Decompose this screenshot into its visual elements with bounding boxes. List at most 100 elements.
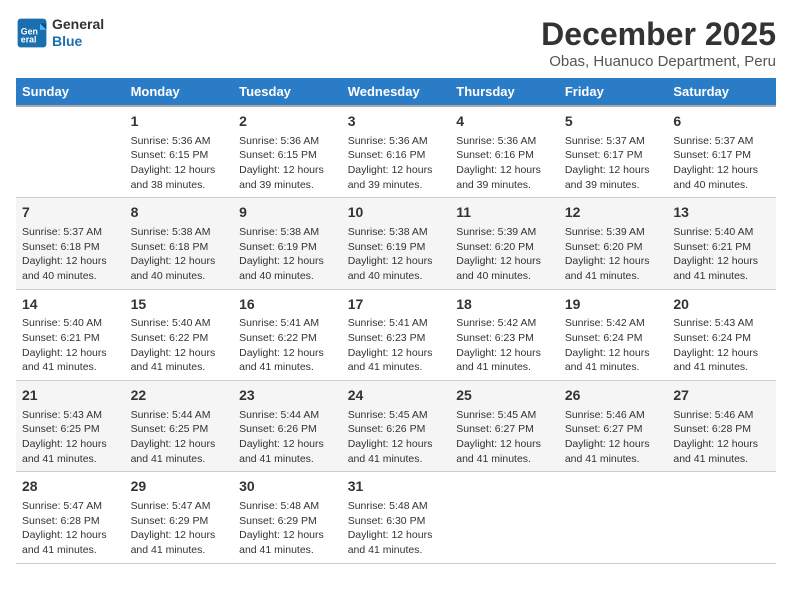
- day-info: Sunrise: 5:41 AM Sunset: 6:23 PM Dayligh…: [348, 316, 445, 375]
- day-number: 1: [131, 112, 228, 132]
- col-sunday: Sunday: [16, 78, 125, 106]
- month-title: December 2025: [541, 16, 776, 53]
- calendar-table: Sunday Monday Tuesday Wednesday Thursday…: [16, 78, 776, 564]
- calendar-cell: [16, 106, 125, 198]
- day-number: 12: [565, 203, 662, 223]
- day-info: Sunrise: 5:36 AM Sunset: 6:16 PM Dayligh…: [348, 134, 445, 193]
- day-info: Sunrise: 5:44 AM Sunset: 6:25 PM Dayligh…: [131, 408, 228, 467]
- day-number: 23: [239, 386, 336, 406]
- day-number: 17: [348, 295, 445, 315]
- calendar-cell: [559, 472, 668, 563]
- calendar-cell: 24Sunrise: 5:45 AM Sunset: 6:26 PM Dayli…: [342, 381, 451, 472]
- day-info: Sunrise: 5:40 AM Sunset: 6:21 PM Dayligh…: [673, 225, 770, 284]
- day-info: Sunrise: 5:40 AM Sunset: 6:21 PM Dayligh…: [22, 316, 119, 375]
- day-number: 19: [565, 295, 662, 315]
- day-info: Sunrise: 5:37 AM Sunset: 6:18 PM Dayligh…: [22, 225, 119, 284]
- col-saturday: Saturday: [667, 78, 776, 106]
- col-tuesday: Tuesday: [233, 78, 342, 106]
- day-info: Sunrise: 5:38 AM Sunset: 6:19 PM Dayligh…: [348, 225, 445, 284]
- day-number: 4: [456, 112, 553, 132]
- calendar-cell: 8Sunrise: 5:38 AM Sunset: 6:18 PM Daylig…: [125, 198, 234, 289]
- day-info: Sunrise: 5:48 AM Sunset: 6:30 PM Dayligh…: [348, 499, 445, 558]
- calendar-cell: 27Sunrise: 5:46 AM Sunset: 6:28 PM Dayli…: [667, 381, 776, 472]
- page-header: Gen eral General Blue December 2025 Obas…: [16, 16, 776, 70]
- svg-text:eral: eral: [21, 34, 37, 44]
- day-info: Sunrise: 5:48 AM Sunset: 6:29 PM Dayligh…: [239, 499, 336, 558]
- calendar-week-row: 14Sunrise: 5:40 AM Sunset: 6:21 PM Dayli…: [16, 289, 776, 380]
- day-info: Sunrise: 5:47 AM Sunset: 6:29 PM Dayligh…: [131, 499, 228, 558]
- day-number: 16: [239, 295, 336, 315]
- calendar-cell: 15Sunrise: 5:40 AM Sunset: 6:22 PM Dayli…: [125, 289, 234, 380]
- day-info: Sunrise: 5:36 AM Sunset: 6:15 PM Dayligh…: [131, 134, 228, 193]
- logo-line2: Blue: [52, 33, 82, 49]
- location: Obas, Huanuco Department, Peru: [541, 53, 776, 70]
- day-number: 22: [131, 386, 228, 406]
- day-number: 13: [673, 203, 770, 223]
- day-number: 24: [348, 386, 445, 406]
- day-number: 20: [673, 295, 770, 315]
- day-number: 11: [456, 203, 553, 223]
- calendar-cell: 4Sunrise: 5:36 AM Sunset: 6:16 PM Daylig…: [450, 106, 559, 198]
- calendar-cell: 6Sunrise: 5:37 AM Sunset: 6:17 PM Daylig…: [667, 106, 776, 198]
- calendar-header-row: Sunday Monday Tuesday Wednesday Thursday…: [16, 78, 776, 106]
- day-info: Sunrise: 5:36 AM Sunset: 6:16 PM Dayligh…: [456, 134, 553, 193]
- calendar-week-row: 7Sunrise: 5:37 AM Sunset: 6:18 PM Daylig…: [16, 198, 776, 289]
- calendar-cell: 10Sunrise: 5:38 AM Sunset: 6:19 PM Dayli…: [342, 198, 451, 289]
- col-monday: Monday: [125, 78, 234, 106]
- day-number: 18: [456, 295, 553, 315]
- day-info: Sunrise: 5:44 AM Sunset: 6:26 PM Dayligh…: [239, 408, 336, 467]
- calendar-cell: 21Sunrise: 5:43 AM Sunset: 6:25 PM Dayli…: [16, 381, 125, 472]
- day-info: Sunrise: 5:38 AM Sunset: 6:19 PM Dayligh…: [239, 225, 336, 284]
- day-info: Sunrise: 5:46 AM Sunset: 6:28 PM Dayligh…: [673, 408, 770, 467]
- day-info: Sunrise: 5:37 AM Sunset: 6:17 PM Dayligh…: [673, 134, 770, 193]
- logo-icon: Gen eral: [16, 17, 48, 49]
- day-number: 5: [565, 112, 662, 132]
- calendar-cell: 13Sunrise: 5:40 AM Sunset: 6:21 PM Dayli…: [667, 198, 776, 289]
- day-number: 25: [456, 386, 553, 406]
- day-info: Sunrise: 5:43 AM Sunset: 6:24 PM Dayligh…: [673, 316, 770, 375]
- day-number: 6: [673, 112, 770, 132]
- day-number: 28: [22, 477, 119, 497]
- day-number: 14: [22, 295, 119, 315]
- col-wednesday: Wednesday: [342, 78, 451, 106]
- day-info: Sunrise: 5:42 AM Sunset: 6:23 PM Dayligh…: [456, 316, 553, 375]
- calendar-cell: [450, 472, 559, 563]
- calendar-cell: 9Sunrise: 5:38 AM Sunset: 6:19 PM Daylig…: [233, 198, 342, 289]
- day-info: Sunrise: 5:45 AM Sunset: 6:26 PM Dayligh…: [348, 408, 445, 467]
- day-number: 21: [22, 386, 119, 406]
- calendar-cell: 29Sunrise: 5:47 AM Sunset: 6:29 PM Dayli…: [125, 472, 234, 563]
- calendar-cell: 30Sunrise: 5:48 AM Sunset: 6:29 PM Dayli…: [233, 472, 342, 563]
- day-info: Sunrise: 5:45 AM Sunset: 6:27 PM Dayligh…: [456, 408, 553, 467]
- calendar-cell: 1Sunrise: 5:36 AM Sunset: 6:15 PM Daylig…: [125, 106, 234, 198]
- calendar-week-row: 28Sunrise: 5:47 AM Sunset: 6:28 PM Dayli…: [16, 472, 776, 563]
- day-info: Sunrise: 5:37 AM Sunset: 6:17 PM Dayligh…: [565, 134, 662, 193]
- day-info: Sunrise: 5:41 AM Sunset: 6:22 PM Dayligh…: [239, 316, 336, 375]
- day-info: Sunrise: 5:42 AM Sunset: 6:24 PM Dayligh…: [565, 316, 662, 375]
- calendar-cell: 11Sunrise: 5:39 AM Sunset: 6:20 PM Dayli…: [450, 198, 559, 289]
- calendar-cell: 28Sunrise: 5:47 AM Sunset: 6:28 PM Dayli…: [16, 472, 125, 563]
- day-info: Sunrise: 5:46 AM Sunset: 6:27 PM Dayligh…: [565, 408, 662, 467]
- day-info: Sunrise: 5:39 AM Sunset: 6:20 PM Dayligh…: [456, 225, 553, 284]
- calendar-cell: 5Sunrise: 5:37 AM Sunset: 6:17 PM Daylig…: [559, 106, 668, 198]
- col-thursday: Thursday: [450, 78, 559, 106]
- calendar-cell: 3Sunrise: 5:36 AM Sunset: 6:16 PM Daylig…: [342, 106, 451, 198]
- day-number: 31: [348, 477, 445, 497]
- day-info: Sunrise: 5:43 AM Sunset: 6:25 PM Dayligh…: [22, 408, 119, 467]
- calendar-cell: 17Sunrise: 5:41 AM Sunset: 6:23 PM Dayli…: [342, 289, 451, 380]
- day-number: 2: [239, 112, 336, 132]
- day-info: Sunrise: 5:39 AM Sunset: 6:20 PM Dayligh…: [565, 225, 662, 284]
- day-number: 9: [239, 203, 336, 223]
- day-info: Sunrise: 5:38 AM Sunset: 6:18 PM Dayligh…: [131, 225, 228, 284]
- day-number: 3: [348, 112, 445, 132]
- calendar-cell: 12Sunrise: 5:39 AM Sunset: 6:20 PM Dayli…: [559, 198, 668, 289]
- day-number: 29: [131, 477, 228, 497]
- calendar-cell: 25Sunrise: 5:45 AM Sunset: 6:27 PM Dayli…: [450, 381, 559, 472]
- day-number: 30: [239, 477, 336, 497]
- calendar-cell: 20Sunrise: 5:43 AM Sunset: 6:24 PM Dayli…: [667, 289, 776, 380]
- calendar-cell: [667, 472, 776, 563]
- day-number: 26: [565, 386, 662, 406]
- calendar-cell: 23Sunrise: 5:44 AM Sunset: 6:26 PM Dayli…: [233, 381, 342, 472]
- title-area: December 2025 Obas, Huanuco Department, …: [541, 16, 776, 70]
- calendar-cell: 18Sunrise: 5:42 AM Sunset: 6:23 PM Dayli…: [450, 289, 559, 380]
- col-friday: Friday: [559, 78, 668, 106]
